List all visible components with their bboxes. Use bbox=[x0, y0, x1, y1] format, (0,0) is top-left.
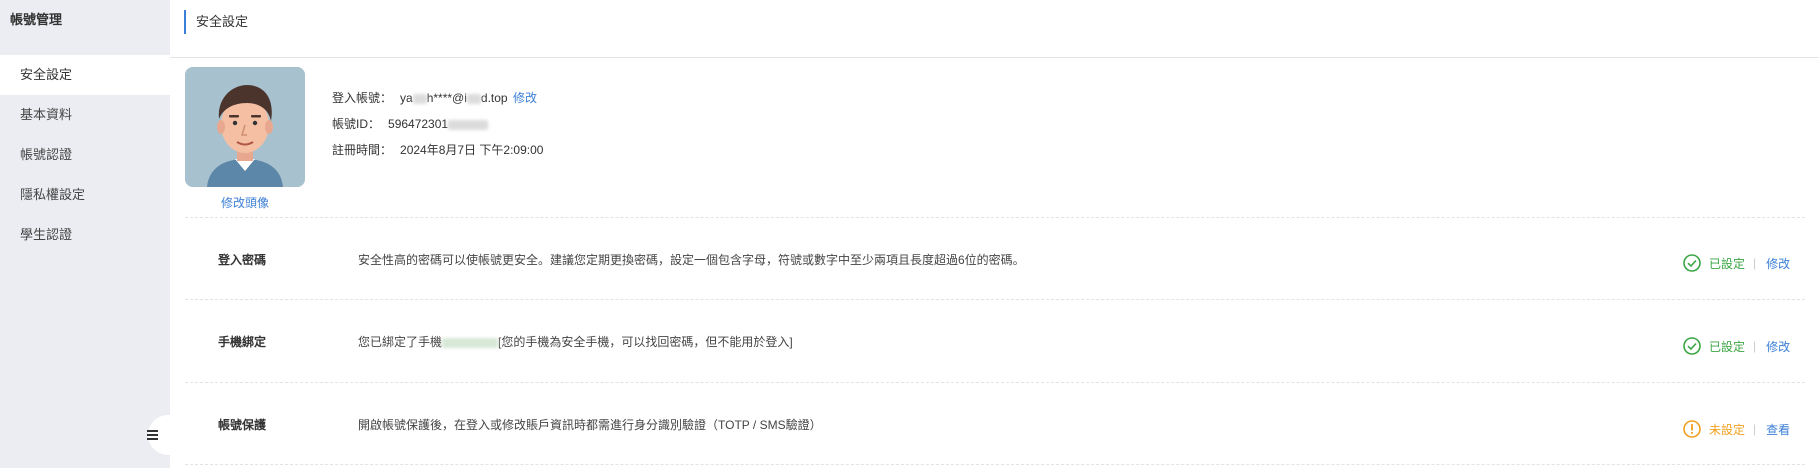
masked-text bbox=[466, 93, 481, 104]
account-id-value: 596472301 bbox=[388, 117, 449, 131]
registered-time-row: 註冊時間： 2024年8月7日 下午2:09:00 bbox=[332, 141, 543, 158]
status-label: 已設定 bbox=[1709, 339, 1746, 354]
setting-status-phone: 已設定 | 修改 bbox=[1683, 337, 1790, 355]
separator: | bbox=[1753, 422, 1757, 436]
registered-time-value: 2024年8月7日 下午2:09:00 bbox=[400, 143, 544, 157]
header-divider bbox=[170, 57, 1819, 58]
row-divider bbox=[185, 299, 1805, 300]
setting-desc-password: 安全性高的密碼可以使帳號更安全。建議您定期更換密碼，設定一個包含字母，符號或數字… bbox=[358, 253, 1025, 267]
sidebar-title: 帳號管理 bbox=[10, 12, 63, 27]
status-label: 未設定 bbox=[1709, 422, 1746, 437]
sidebar-item-student-verification[interactable]: 學生認證 bbox=[0, 215, 170, 255]
setting-name-password: 登入密碼 bbox=[218, 253, 267, 267]
app-window: 帳號管理 安全設定 基本資料 帳號認證 隱私權設定 學生認證 安全設定 修改頭像… bbox=[0, 0, 1819, 468]
edit-account-link[interactable]: 修改 bbox=[513, 91, 537, 105]
row-divider bbox=[185, 382, 1805, 383]
setting-desc-phone: 您已綁定了手機 [您的手機為安全手機，可以找回密碼，但不能用於登入] bbox=[358, 335, 793, 349]
registered-time-label: 註冊時間： bbox=[332, 143, 393, 157]
masked-text bbox=[448, 119, 489, 130]
login-account-row: 登入帳號： ya h****@i d.top 修改 bbox=[332, 89, 537, 106]
change-avatar-link[interactable]: 修改頭像 bbox=[185, 194, 305, 211]
login-account-label: 登入帳號： bbox=[332, 91, 393, 105]
account-id-label: 帳號ID： bbox=[332, 117, 381, 131]
setting-status-password: 已設定 | 修改 bbox=[1683, 254, 1790, 272]
separator: | bbox=[1753, 256, 1757, 270]
menu-icon bbox=[147, 430, 158, 440]
setting-name-protection: 帳號保護 bbox=[218, 418, 267, 432]
edit-phone-link[interactable]: 修改 bbox=[1766, 338, 1790, 355]
sidebar-collapse-button[interactable] bbox=[147, 415, 170, 455]
separator: | bbox=[1753, 339, 1757, 353]
setting-status-protection: 未設定 | 查看 bbox=[1683, 420, 1790, 438]
status-label: 已設定 bbox=[1709, 256, 1746, 271]
main-content: 安全設定 修改頭像 登入帳號： ya h****@i d.top 修改 帳號ID… bbox=[170, 0, 1819, 468]
sidebar: 帳號管理 安全設定 基本資料 帳號認證 隱私權設定 學生認證 bbox=[0, 0, 170, 468]
row-divider bbox=[185, 464, 1805, 465]
sidebar-item-basic-info[interactable]: 基本資料 bbox=[0, 95, 170, 135]
check-circle-icon bbox=[1683, 337, 1701, 355]
account-id-row: 帳號ID： 596472301 bbox=[332, 115, 489, 132]
masked-text bbox=[412, 93, 427, 104]
view-protection-link[interactable]: 查看 bbox=[1766, 421, 1790, 438]
login-account-value: ya h****@i d.top bbox=[400, 91, 508, 105]
warning-circle-icon bbox=[1683, 420, 1701, 438]
page-title: 安全設定 bbox=[184, 10, 248, 34]
sidebar-item-privacy[interactable]: 隱私權設定 bbox=[0, 175, 170, 215]
setting-name-phone: 手機綁定 bbox=[218, 335, 267, 349]
check-circle-icon bbox=[1683, 254, 1701, 272]
setting-desc-protection: 開啟帳號保護後，在登入或修改賬戶資訊時都需進行身分識別驗證（TOTP / SMS… bbox=[358, 418, 822, 432]
avatar bbox=[185, 67, 305, 187]
user-avatar-icon bbox=[185, 67, 305, 187]
sidebar-item-security[interactable]: 安全設定 bbox=[0, 55, 170, 95]
sidebar-item-account-verification[interactable]: 帳號認證 bbox=[0, 135, 170, 175]
masked-text bbox=[442, 337, 499, 348]
row-divider bbox=[185, 217, 1805, 218]
edit-password-link[interactable]: 修改 bbox=[1766, 255, 1790, 272]
